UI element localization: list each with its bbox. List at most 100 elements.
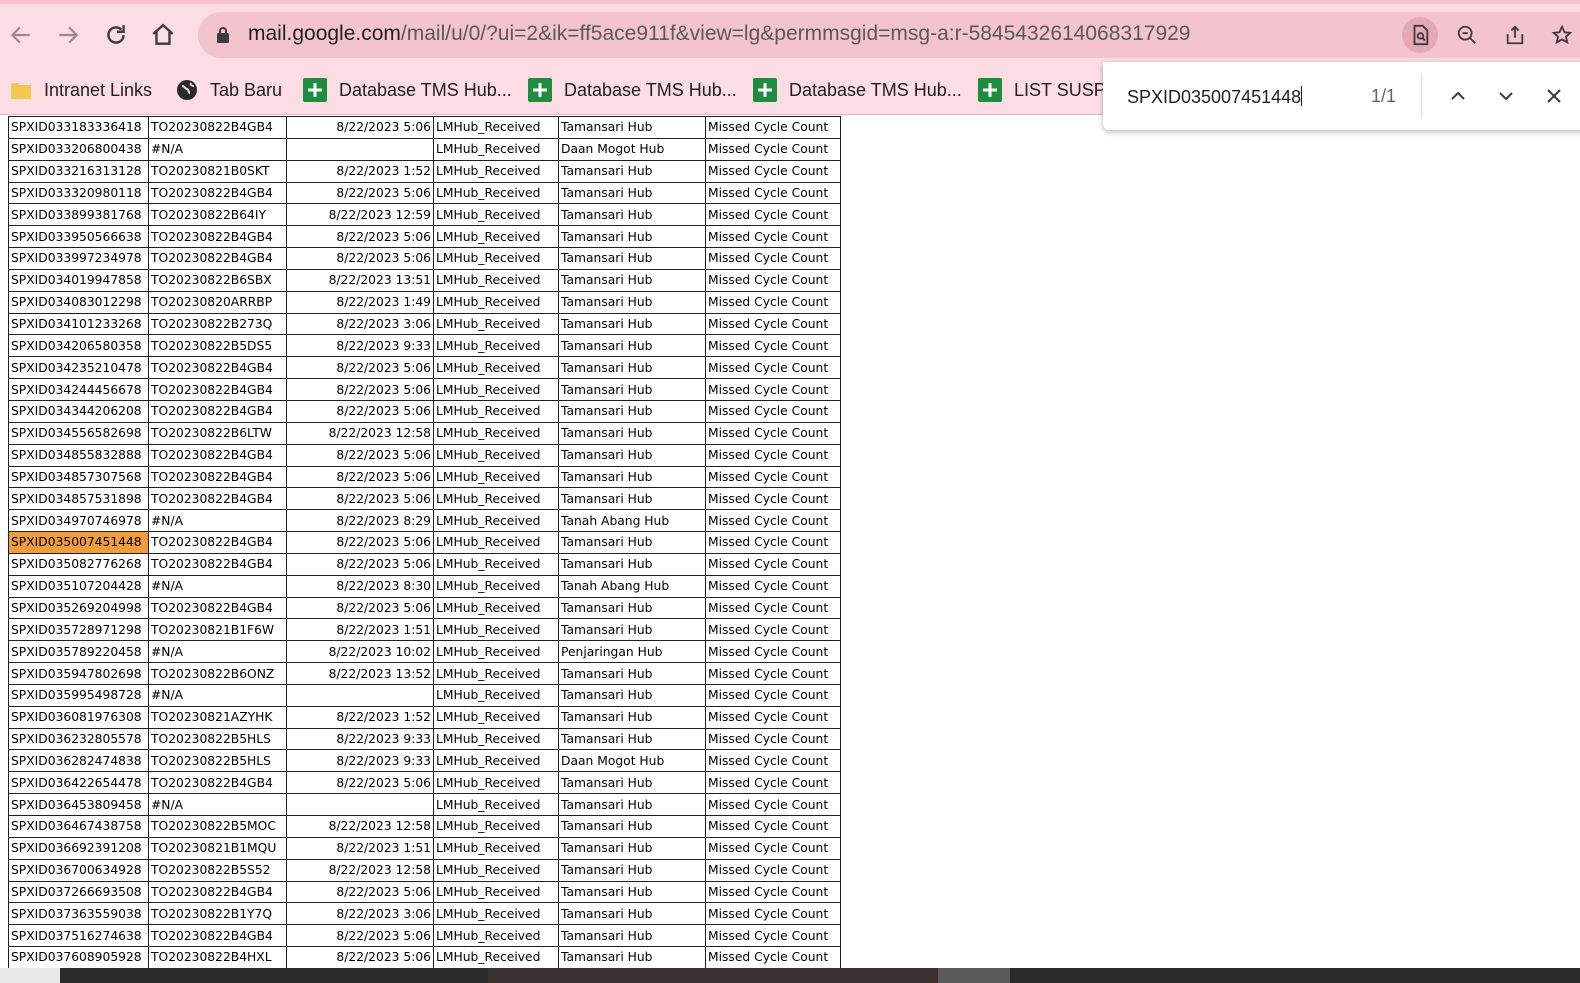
- table-row: SPXID034019947858 TO20230822B6SBX 8/22/202…: [8, 268, 841, 292]
- table-row: SPXID034244456678 TO20230822B4GB4 8/22/202…: [8, 378, 841, 401]
- shipment-id-cell: SPXID033206800438: [8, 137, 149, 161]
- to-number-cell: TO20230822B4GB4: [148, 552, 287, 576]
- status-cell: LMHub_Received: [433, 596, 559, 620]
- shipment-id-cell: SPXID035995498728: [8, 683, 149, 707]
- find-in-page-button[interactable]: [1402, 17, 1438, 53]
- home-button[interactable]: [145, 17, 181, 53]
- to-number-cell: TO20230822B4HXL: [148, 946, 287, 968]
- remark-cell: Missed Cycle Count: [705, 268, 841, 292]
- bookmark-item[interactable]: Database TMS Hub...: [528, 76, 737, 104]
- table-row: SPXID034855832888 TO20230822B4GB4 8/22/202…: [8, 443, 841, 467]
- bookmark-item[interactable]: Tab Baru: [176, 76, 282, 104]
- remark-cell: Missed Cycle Count: [705, 225, 841, 249]
- remark-cell: Missed Cycle Count: [705, 749, 841, 773]
- status-cell: LMHub_Received: [433, 574, 559, 598]
- status-cell: LMHub_Received: [433, 815, 559, 838]
- reload-button[interactable]: [98, 17, 134, 53]
- hub-cell: Tamansari Hub: [558, 552, 706, 576]
- remark-cell: Missed Cycle Count: [705, 880, 841, 904]
- bookmark-item[interactable]: Database TMS Hub...: [303, 76, 512, 104]
- table-row: SPXID037608905928 TO20230822B4HXL 8/22/202…: [8, 946, 841, 968]
- to-number-cell: TO20230822B4GB4: [148, 771, 287, 795]
- to-number-cell: TO20230822B1Y7Q: [148, 902, 287, 926]
- shipment-id-cell: SPXID036692391208: [8, 836, 149, 860]
- remark-cell: Missed Cycle Count: [705, 640, 841, 664]
- find-input[interactable]: SPXID035007451448: [1127, 86, 1303, 108]
- status-cell: LMHub_Received: [433, 334, 559, 358]
- table-row: SPXID033997234978 TO20230822B4GB4 8/22/202…: [8, 247, 841, 270]
- status-cell: LMHub_Received: [433, 378, 559, 401]
- back-button[interactable]: [3, 17, 39, 53]
- to-number-cell: TO20230821B1MQU: [148, 836, 287, 860]
- forward-button[interactable]: [50, 17, 86, 53]
- bookmark-item[interactable]: LIST SUSPE: [978, 76, 1118, 104]
- shipment-id-cell: SPXID034857307568: [8, 465, 149, 489]
- hub-cell: Tamansari Hub: [558, 618, 706, 642]
- status-cell: LMHub_Received: [433, 727, 559, 751]
- to-number-cell: TO20230822B4GB4: [148, 596, 287, 620]
- remark-cell: Missed Cycle Count: [705, 574, 841, 598]
- hub-cell: Tanah Abang Hub: [558, 574, 706, 598]
- to-number-cell: #N/A: [148, 793, 287, 816]
- shipment-id-cell: SPXID035789220458: [8, 640, 149, 664]
- to-number-cell: TO20230822B273Q: [148, 312, 287, 336]
- status-cell: LMHub_Received: [433, 946, 559, 968]
- shipment-id-cell: SPXID033183336418: [8, 116, 149, 139]
- timestamp-cell: 8/22/2023 5:06: [286, 771, 434, 795]
- share-button[interactable]: [1497, 17, 1533, 53]
- remark-cell: Missed Cycle Count: [705, 421, 841, 445]
- find-separator: [1421, 74, 1422, 118]
- status-cell: LMHub_Received: [433, 312, 559, 336]
- remark-cell: Missed Cycle Count: [705, 771, 841, 795]
- bookmark-item[interactable]: Database TMS Hub...: [753, 76, 962, 104]
- shipment-id-cell: SPXID035007451448: [8, 531, 149, 554]
- remark-cell: Missed Cycle Count: [705, 596, 841, 620]
- timestamp-cell: 8/22/2023 10:02: [286, 640, 434, 664]
- to-number-cell: #N/A: [148, 574, 287, 598]
- url-text: mail.google.com/mail/u/0/?ui=2&ik=ff5ace…: [248, 22, 1190, 46]
- find-close-button[interactable]: [1540, 82, 1568, 110]
- zoom-button[interactable]: [1449, 17, 1485, 53]
- sheets-icon: [753, 78, 777, 102]
- remark-cell: Missed Cycle Count: [705, 858, 841, 882]
- hub-cell: Tamansari Hub: [558, 705, 706, 729]
- table-row: SPXID036467438758 TO20230822B5MOC 8/22/202…: [8, 815, 841, 838]
- shipment-id-cell: SPXID035269204998: [8, 596, 149, 620]
- status-cell: LMHub_Received: [433, 116, 559, 139]
- hub-cell: Tamansari Hub: [558, 203, 706, 227]
- shipment-id-cell: SPXID034970746978: [8, 509, 149, 533]
- bookmark-item[interactable]: Intranet Links: [10, 76, 152, 104]
- chevron-up-icon: [1451, 91, 1465, 100]
- shipment-id-cell: SPXID034019947858: [8, 268, 149, 292]
- hub-cell: Tamansari Hub: [558, 596, 706, 620]
- to-number-cell: TO20230822B4GB4: [148, 225, 287, 249]
- to-number-cell: TO20230822B4GB4: [148, 487, 287, 511]
- status-cell: LMHub_Received: [433, 137, 559, 161]
- find-next-button[interactable]: [1492, 82, 1520, 110]
- to-number-cell: #N/A: [148, 640, 287, 664]
- remark-cell: Missed Cycle Count: [705, 683, 841, 707]
- url-host: mail.google.com: [248, 22, 401, 45]
- status-cell: LMHub_Received: [433, 203, 559, 227]
- timestamp-cell: 8/22/2023 9:33: [286, 334, 434, 358]
- status-cell: LMHub_Received: [433, 421, 559, 445]
- to-number-cell: TO20230820ARRBP: [148, 290, 287, 314]
- address-bar[interactable]: mail.google.com/mail/u/0/?ui=2&ik=ff5ace…: [198, 12, 1580, 58]
- timestamp-cell: 8/22/2023 13:52: [286, 662, 434, 685]
- share-icon: [1506, 25, 1524, 45]
- table-row: SPXID036282474838 TO20230822B5HLS 8/22/202…: [8, 749, 841, 773]
- bookmark-star-button[interactable]: [1544, 17, 1580, 53]
- table-row: SPXID036232805578 TO20230822B5HLS 8/22/202…: [8, 727, 841, 751]
- to-number-cell: TO20230822B5S52: [148, 858, 287, 882]
- to-number-cell: TO20230822B4GB4: [148, 880, 287, 904]
- status-cell: LMHub_Received: [433, 399, 559, 423]
- bookmark-label: Tab Baru: [210, 79, 283, 100]
- table-row: SPXID035995498728 #N/A LMHub_Received Taman…: [8, 683, 841, 707]
- table-row: SPXID034857307568 TO20230822B4GB4 8/22/202…: [8, 465, 841, 489]
- hub-cell: Tamansari Hub: [558, 880, 706, 904]
- table-row: SPXID036453809458 #N/A LMHub_Received Taman…: [8, 793, 841, 816]
- hub-cell: Tamansari Hub: [558, 815, 706, 838]
- to-number-cell: TO20230822B5HLS: [148, 727, 287, 751]
- shipment-id-cell: SPXID036467438758: [8, 815, 149, 838]
- find-previous-button[interactable]: [1444, 82, 1472, 110]
